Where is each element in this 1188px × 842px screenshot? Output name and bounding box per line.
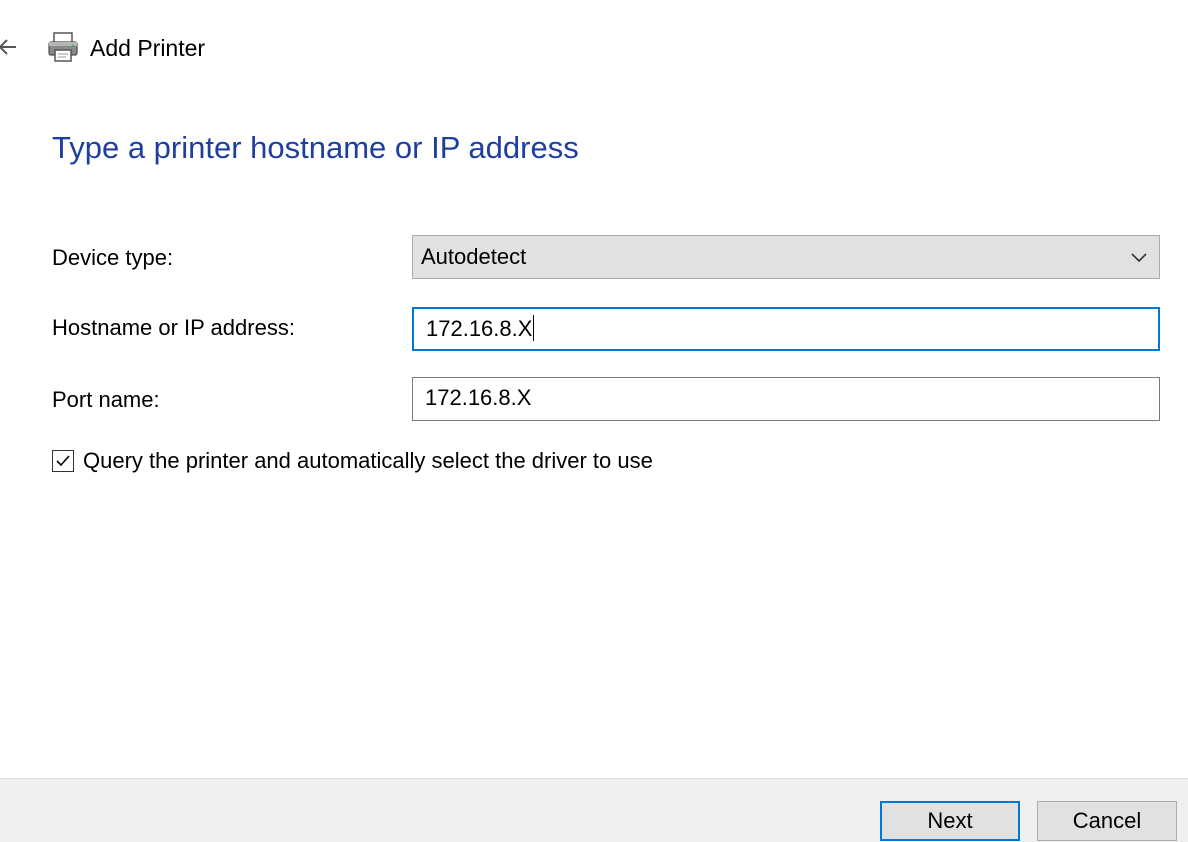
hostname-value-text: 172.16.8.X [426, 316, 533, 341]
device-type-selected-value: Autodetect [421, 244, 527, 269]
hostname-label: Hostname or IP address: [52, 315, 295, 340]
add-printer-dialog: Add Printer Type a printer hostname or I… [0, 0, 1188, 842]
checkmark-icon [56, 455, 70, 467]
back-arrow-icon[interactable] [0, 34, 20, 60]
window-title: Add Printer [90, 35, 206, 61]
device-type-label: Device type: [52, 245, 174, 270]
query-printer-checkbox[interactable] [52, 450, 74, 472]
next-button[interactable]: Next [880, 801, 1020, 841]
hostname-value: 172.16.8.X [426, 314, 535, 344]
page-heading: Type a printer hostname or IP address [52, 130, 579, 165]
port-name-label: Port name: [52, 387, 160, 412]
device-type-select[interactable]: Autodetect [412, 235, 1160, 279]
port-name-field[interactable]: 172.16.8.X [412, 377, 1160, 421]
printer-icon [46, 30, 80, 64]
cancel-button[interactable]: Cancel [1037, 801, 1177, 841]
dialog-footer: Next Cancel [0, 778, 1188, 842]
query-printer-label: Query the printer and automatically sele… [83, 448, 653, 473]
text-caret [533, 315, 535, 342]
hostname-field[interactable]: 172.16.8.X [412, 307, 1160, 351]
port-name-value: 172.16.8.X [425, 385, 532, 410]
chevron-down-icon [1129, 248, 1149, 266]
query-printer-checkbox-row[interactable]: Query the printer and automatically sele… [52, 446, 653, 476]
title-bar: Add Printer [0, 24, 600, 72]
